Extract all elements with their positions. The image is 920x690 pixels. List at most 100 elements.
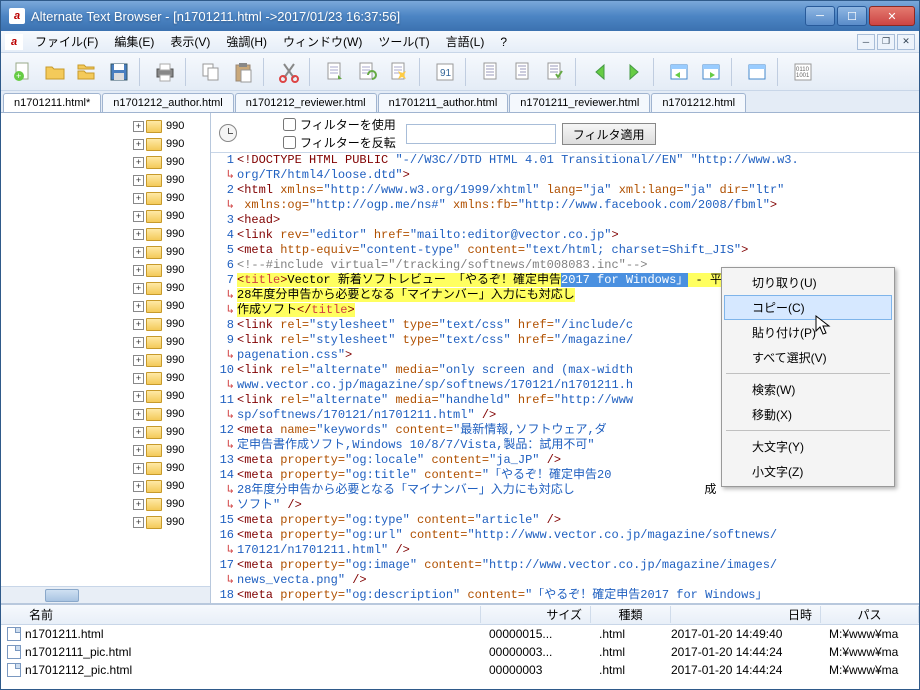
svg-text:1001: 1001 xyxy=(796,73,810,79)
filter-bar: フィルターを使用 フィルターを反転 フィルタ適用 xyxy=(211,113,919,153)
open-folder-icon[interactable] xyxy=(41,58,69,86)
tree-node[interactable]: +990 xyxy=(3,171,208,189)
col-size[interactable]: サイズ xyxy=(481,606,591,623)
tree-node[interactable]: +990 xyxy=(3,513,208,531)
tab-4[interactable]: n1701211_reviewer.html xyxy=(509,93,650,112)
tree-node[interactable]: +990 xyxy=(3,423,208,441)
doc-star-icon[interactable] xyxy=(385,58,413,86)
ctx-cut[interactable]: 切り取り(U) xyxy=(724,270,892,295)
mdi-restore-button[interactable]: ❐ xyxy=(877,34,895,50)
tree-node[interactable]: +990 xyxy=(3,243,208,261)
file-row[interactable]: n17012111_pic.html00000003....html2017-0… xyxy=(1,643,919,661)
menu-window[interactable]: ウィンドウ(W) xyxy=(275,31,370,52)
list-check-icon[interactable] xyxy=(541,58,569,86)
cut-icon[interactable] xyxy=(275,58,303,86)
col-path[interactable]: パス xyxy=(821,606,919,623)
new-file-icon[interactable]: + xyxy=(9,58,37,86)
tree-node[interactable]: +990 xyxy=(3,261,208,279)
tree-node[interactable]: +990 xyxy=(3,333,208,351)
mdi-minimize-button[interactable]: ─ xyxy=(857,34,875,50)
arrow-right-icon[interactable] xyxy=(619,58,647,86)
tab-5[interactable]: n1701212.html xyxy=(651,93,746,112)
filter-use-checkbox[interactable]: フィルターを使用 xyxy=(283,116,396,133)
svg-text:+: + xyxy=(16,71,21,81)
filter-invert-checkbox[interactable]: フィルターを反転 xyxy=(283,134,396,151)
menu-emphasis[interactable]: 強調(H) xyxy=(218,31,275,52)
filter-input[interactable] xyxy=(406,124,556,144)
menu-help[interactable]: ? xyxy=(492,33,515,51)
tree-node[interactable]: +990 xyxy=(3,387,208,405)
col-name[interactable]: 名前 xyxy=(1,606,481,623)
tab-0[interactable]: n1701211.html* xyxy=(3,93,101,112)
menu-file[interactable]: ファイル(F) xyxy=(27,31,106,52)
binary-icon[interactable]: 01101001 xyxy=(789,58,817,86)
menu-view[interactable]: 表示(V) xyxy=(162,31,218,52)
tree-node[interactable]: +990 xyxy=(3,369,208,387)
tree-node[interactable]: +990 xyxy=(3,207,208,225)
ctx-move[interactable]: 移動(X) xyxy=(724,402,892,427)
mdi-close-button[interactable]: ✕ xyxy=(897,34,915,50)
tree-node[interactable]: +990 xyxy=(3,459,208,477)
tree-node[interactable]: +990 xyxy=(3,135,208,153)
number-box-icon[interactable]: 91 xyxy=(431,58,459,86)
maximize-button[interactable]: ☐ xyxy=(837,6,867,26)
tree-node[interactable]: +990 xyxy=(3,297,208,315)
doc-arrow-icon[interactable] xyxy=(321,58,349,86)
ctx-upper[interactable]: 大文字(Y) xyxy=(724,434,892,459)
filter-invert-label: フィルターを反転 xyxy=(300,134,396,151)
folder-tree-pane[interactable]: +990+990+990+990+990+990+990+990+990+990… xyxy=(1,113,211,603)
col-date[interactable]: 日時 xyxy=(671,606,821,623)
tab-3[interactable]: n1701211_author.html xyxy=(378,93,509,112)
tree-node[interactable]: +990 xyxy=(3,351,208,369)
menu-tool[interactable]: ツール(T) xyxy=(370,31,437,52)
tree-node[interactable]: +990 xyxy=(3,117,208,135)
context-menu: 切り取り(U) コピー(C) 貼り付け(P) すべて選択(V) 検索(W) 移動… xyxy=(721,267,895,487)
file-list-header[interactable]: 名前 サイズ 種類 日時 パス xyxy=(1,605,919,625)
tree-node[interactable]: +990 xyxy=(3,153,208,171)
window-plain-icon[interactable] xyxy=(743,58,771,86)
tab-2[interactable]: n1701212_reviewer.html xyxy=(235,93,377,112)
ctx-copy[interactable]: コピー(C) xyxy=(724,295,892,320)
menu-lang[interactable]: 言語(L) xyxy=(438,31,493,52)
list-indent-icon[interactable] xyxy=(509,58,537,86)
svg-text:91: 91 xyxy=(440,68,452,79)
titlebar[interactable]: a Alternate Text Browser - [n1701211.htm… xyxy=(1,1,919,31)
ctx-selectall[interactable]: すべて選択(V) xyxy=(724,345,892,370)
tree-node[interactable]: +990 xyxy=(3,495,208,513)
tab-bar: n1701211.html* n1701212_author.html n170… xyxy=(1,91,919,113)
window-right-icon[interactable] xyxy=(697,58,725,86)
menu-edit[interactable]: 編集(E) xyxy=(106,31,162,52)
close-button[interactable]: ✕ xyxy=(869,6,915,26)
list-doc-icon[interactable] xyxy=(477,58,505,86)
print-icon[interactable] xyxy=(151,58,179,86)
filter-use-label: フィルターを使用 xyxy=(300,116,396,133)
tree-node[interactable]: +990 xyxy=(3,189,208,207)
clock-icon xyxy=(219,124,237,142)
file-list-pane: 名前 サイズ 種類 日時 パス n1701211.html00000015...… xyxy=(1,603,919,689)
minimize-button[interactable]: ─ xyxy=(805,6,835,26)
tree-h-scrollbar[interactable] xyxy=(1,586,210,603)
col-type[interactable]: 種類 xyxy=(591,606,671,623)
menubar: a ファイル(F) 編集(E) 表示(V) 強調(H) ウィンドウ(W) ツール… xyxy=(1,31,919,53)
tree-node[interactable]: +990 xyxy=(3,477,208,495)
ctx-paste[interactable]: 貼り付け(P) xyxy=(724,320,892,345)
file-row[interactable]: n1701211.html00000015....html2017-01-20 … xyxy=(1,625,919,643)
tree-node[interactable]: +990 xyxy=(3,279,208,297)
file-row[interactable]: n17012112_pic.html00000003.html2017-01-2… xyxy=(1,661,919,679)
tab-1[interactable]: n1701212_author.html xyxy=(102,93,233,112)
arrow-left-icon[interactable] xyxy=(587,58,615,86)
ctx-lower[interactable]: 小文字(Z) xyxy=(724,459,892,484)
paste-icon[interactable] xyxy=(229,58,257,86)
ctx-search[interactable]: 検索(W) xyxy=(724,377,892,402)
save-icon[interactable] xyxy=(105,58,133,86)
doc-refresh-icon[interactable] xyxy=(353,58,381,86)
app-icon: a xyxy=(9,8,25,24)
open-folder-multi-icon[interactable] xyxy=(73,58,101,86)
filter-apply-button[interactable]: フィルタ適用 xyxy=(562,123,656,145)
tree-node[interactable]: +990 xyxy=(3,225,208,243)
copy-icon[interactable] xyxy=(197,58,225,86)
window-left-icon[interactable] xyxy=(665,58,693,86)
tree-node[interactable]: +990 xyxy=(3,315,208,333)
tree-node[interactable]: +990 xyxy=(3,405,208,423)
tree-node[interactable]: +990 xyxy=(3,441,208,459)
